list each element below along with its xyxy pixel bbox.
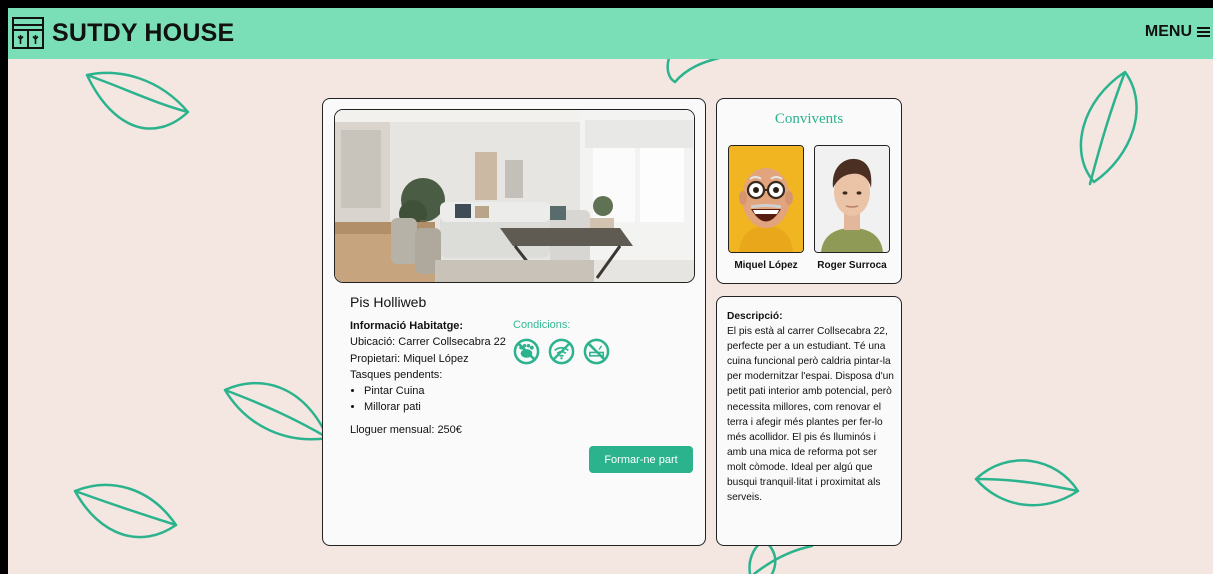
listing-title: Pis Holliweb: [350, 294, 427, 310]
description-heading: Descripció:: [727, 311, 783, 322]
hamburger-icon: [1197, 27, 1210, 37]
roommates-title: Convivents: [774, 111, 844, 127]
no-wifi-icon: [548, 338, 575, 365]
rent-text: Lloguer mensual: 250€: [350, 423, 462, 436]
brand[interactable]: SUTDY HOUSE: [12, 15, 234, 51]
description-card: Descripció: El pis està al carrer Collse…: [716, 296, 902, 546]
listing-card: Pis Holliweb Informació Habitatge: Ubica…: [322, 98, 706, 546]
location-text: Ubicació: Carrer Collsecabra 22: [350, 336, 506, 349]
apartment-photo: [334, 109, 695, 283]
info-heading: Informació Habitatge:: [350, 320, 464, 332]
avatar: [728, 145, 804, 253]
roommate-card[interactable]: Roger Surroca: [814, 145, 890, 271]
site-title: SUTDY HOUSE: [52, 18, 235, 47]
leaf-decoration-icon: [974, 459, 1080, 507]
list-item: Pintar Cuina: [364, 383, 520, 399]
no-pets-icon: [513, 338, 540, 365]
roommate-name: Miquel López: [734, 260, 798, 271]
leaf-decoration-icon: [73, 483, 178, 539]
avatar: [814, 145, 890, 253]
leaf-decoration-icon: [85, 71, 190, 130]
conditions-heading: Condicions:: [513, 319, 571, 331]
join-button[interactable]: Formar-ne part: [589, 446, 693, 473]
tasks-list: Pintar Cuina Millorar pati: [350, 383, 520, 416]
roommates-card: Convivents Miquel López Roger Surroca: [716, 98, 902, 284]
menu-button[interactable]: MENU: [1145, 23, 1210, 41]
description-text: El pis està al carrer Collsecabra 22, pe…: [727, 326, 894, 504]
roommate-card[interactable]: Miquel López: [728, 145, 804, 271]
leaf-decoration-icon: [223, 382, 330, 441]
app-window: SUTDY HOUSE MENU Pis Holliweb Informació…: [8, 8, 1213, 574]
list-item: Millorar pati: [364, 399, 520, 415]
leaf-decoration-icon: [1079, 70, 1138, 186]
conditions: Condicions:: [513, 319, 610, 365]
top-navigation-bar: SUTDY HOUSE MENU: [8, 8, 1213, 59]
housing-info: Informació Habitatge: Ubicació: Carrer C…: [350, 318, 520, 438]
tasks-heading: Tasques pendents:: [350, 368, 443, 381]
leaf-decoration-icon: [666, 56, 721, 84]
menu-label: MENU: [1144, 23, 1192, 40]
roommate-name: Roger Surroca: [817, 260, 887, 271]
no-smoking-icon: [583, 338, 610, 365]
owner-text: Propietari: Miquel López: [350, 352, 469, 365]
house-logo-icon: [12, 17, 44, 49]
